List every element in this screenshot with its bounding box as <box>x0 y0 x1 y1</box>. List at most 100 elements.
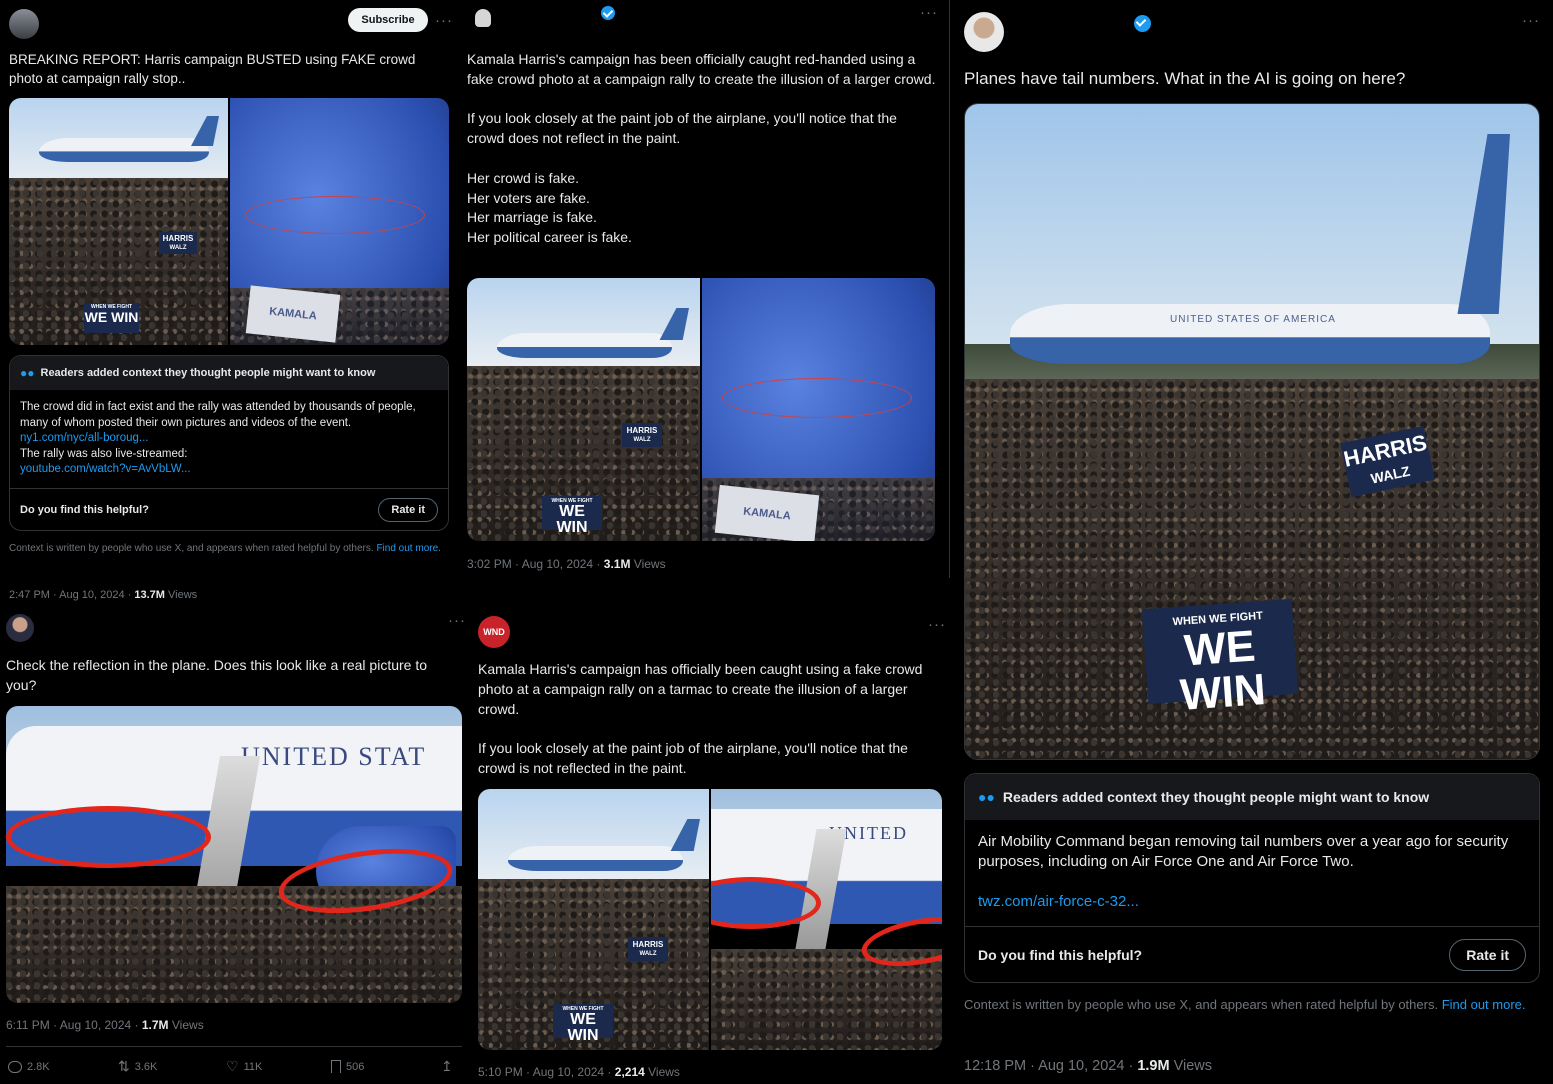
timestamp-text: 6:11 PM · Aug 10, 2024 · <box>6 1018 142 1032</box>
views-label: Views <box>1169 1058 1213 1074</box>
post-text: Kamala Harris's campaign has been offici… <box>467 51 936 246</box>
views-count: 3.1M <box>603 557 631 571</box>
harris-walz-sign: HARRIS WALZ <box>628 937 668 961</box>
post-photo-main[interactable]: UNITED STATES OF AMERICA HARRIS WALZ WHEN… <box>964 103 1540 760</box>
views-count: 13.7M <box>134 589 165 601</box>
post-photo-plane-closeup[interactable]: UNITED <box>711 789 942 1050</box>
community-note-header: ●● Readers added context they thought pe… <box>10 356 448 390</box>
more-options-icon[interactable]: ··· <box>920 4 938 21</box>
post-1: Subscribe ··· BREAKING REPORT: Harris ca… <box>0 0 458 606</box>
community-note-body: Air Mobility Command began removing tail… <box>978 832 1518 912</box>
more-options-icon[interactable]: ··· <box>1522 12 1540 29</box>
post-photo-crowd[interactable]: HARRIS WALZ WHEN WE FIGHT WE WIN <box>478 789 709 1050</box>
author-avatar[interactable] <box>964 12 1004 52</box>
rate-it-button[interactable]: Rate it <box>1449 939 1526 971</box>
post-photo-crowd[interactable]: HARRIS WALZ WHEN WE FIGHT WE WIN <box>467 278 700 541</box>
note-link-ny1[interactable]: ny1.com/nyc/all-boroug... <box>20 431 440 447</box>
author-avatar[interactable] <box>9 9 39 39</box>
more-options-icon[interactable]: ··· <box>435 12 453 29</box>
post-text: Check the reflection in the plane. Does … <box>6 657 428 693</box>
post-4: ··· Check the reflection in the plane. D… <box>0 606 468 1084</box>
kamala-sign: KAMALA <box>714 484 820 541</box>
post-3: ··· Planes have tail numbers. What in th… <box>952 0 1553 1084</box>
like-count: 11K <box>243 1060 263 1073</box>
sign-text: HARRIS <box>162 234 194 243</box>
helpful-question: Do you find this helpful? <box>978 947 1143 963</box>
post-5: WND ··· Kamala Harris's campaign has off… <box>468 606 948 1084</box>
subscribe-button[interactable]: Subscribe <box>348 8 428 32</box>
post-timestamp[interactable]: 5:10 PM · Aug 10, 2024 · 2,214 Views <box>478 1065 680 1079</box>
community-note-footer: Do you find this helpful? Rate it <box>10 488 448 531</box>
post-photo-reflection[interactable]: KAMALA <box>702 278 935 541</box>
action-bar: 2.8K ⇅ 3.6K ♡ 11K 506 ↥ <box>8 1058 460 1075</box>
we-win-sign: WHEN WE FIGHT WE WIN <box>84 303 139 333</box>
verified-badge-icon <box>1134 15 1151 32</box>
sign-text: WE WIN <box>556 503 588 536</box>
note-text: The crowd did in fact exist and the rall… <box>20 401 416 429</box>
find-out-more-link[interactable]: Find out more. <box>1442 997 1526 1012</box>
sign-text: WALZ <box>1369 462 1412 487</box>
kamala-sign: KAMALA <box>245 285 341 343</box>
timestamp-text: 12:18 PM · Aug 10, 2024 · <box>964 1058 1138 1074</box>
post-photo-crowd[interactable]: HARRIS WALZ WHEN WE FIGHT WE WIN <box>9 98 228 345</box>
share-button[interactable]: ↥ <box>441 1058 453 1075</box>
views-label: Views <box>644 1065 680 1079</box>
more-options-icon[interactable]: ··· <box>448 612 466 629</box>
repost-button[interactable]: ⇅ 3.6K <box>118 1058 226 1075</box>
like-button[interactable]: ♡ 11K <box>226 1058 331 1075</box>
harris-walz-sign: HARRIS WALZ <box>159 232 197 254</box>
bookmark-button[interactable]: 506 <box>331 1058 441 1075</box>
post-photo-plane-closeup[interactable]: UNITED STAT <box>6 706 462 1003</box>
timestamp-text: 5:10 PM · Aug 10, 2024 · <box>478 1065 615 1079</box>
timestamp-text: 2:47 PM · Aug 10, 2024 · <box>9 589 135 601</box>
post-photo-reflection[interactable]: KAMALA <box>230 98 449 345</box>
verified-badge-icon <box>601 6 615 20</box>
community-note-body: The crowd did in fact exist and the rall… <box>20 400 440 478</box>
post-text: BREAKING REPORT: Harris campaign BUSTED … <box>9 52 416 86</box>
sign-text: WALZ <box>633 437 651 443</box>
author-avatar-wnd[interactable]: WND <box>478 616 510 648</box>
author-avatar-punisher[interactable] <box>468 4 498 34</box>
sign-text: WE WIN <box>567 1011 599 1044</box>
rate-it-button[interactable]: Rate it <box>378 498 438 522</box>
people-icon: ●● <box>20 366 35 380</box>
repost-count: 3.6K <box>134 1060 158 1073</box>
views-count: 2,214 <box>614 1065 645 1079</box>
note-text: The rally was also live-streamed: <box>20 447 188 460</box>
find-out-more-link[interactable]: Find out more. <box>376 543 440 554</box>
community-note-header: ●● Readers added context they thought pe… <box>965 774 1539 820</box>
disclaimer-text: Context is written by people who use X, … <box>9 543 374 554</box>
plane-lettering: UNITED STATES OF AMERICA <box>1170 314 1336 325</box>
helpful-question: Do you find this helpful? <box>20 504 149 516</box>
sign-text: HARRIS <box>626 426 658 435</box>
views-label: Views <box>168 1018 204 1032</box>
action-bar-divider <box>6 1046 462 1047</box>
reply-button[interactable]: 2.8K <box>8 1058 118 1075</box>
note-link-youtube[interactable]: youtube.com/watch?v=AvVbLW... <box>20 462 440 478</box>
community-note: ●● Readers added context they thought pe… <box>9 355 449 531</box>
harris-walz-sign: HARRIS WALZ <box>622 423 662 447</box>
column-divider <box>949 0 950 578</box>
post-timestamp[interactable]: 6:11 PM · Aug 10, 2024 · 1.7M Views <box>6 1018 204 1032</box>
post-timestamp[interactable]: 3:02 PM · Aug 10, 2024 · 3.1M Views <box>467 557 666 571</box>
sign-text: WE WIN <box>1178 621 1268 720</box>
views-count: 1.7M <box>141 1018 169 1032</box>
author-avatar[interactable] <box>6 614 34 642</box>
note-link-twz[interactable]: twz.com/air-force-c-32... <box>978 892 1518 912</box>
views-label: Views <box>164 589 198 601</box>
bookmark-count: 506 <box>346 1060 365 1073</box>
post-timestamp[interactable]: 12:18 PM · Aug 10, 2024 · 1.9M Views <box>964 1058 1212 1074</box>
note-text: Air Mobility Command began removing tail… <box>978 833 1509 870</box>
people-icon: ●● <box>978 789 995 805</box>
plane-lettering: UNITED STAT <box>241 742 427 771</box>
we-win-sign: WHEN WE FIGHT WE WIN <box>1141 598 1299 720</box>
skull-icon <box>475 9 491 27</box>
post-text: Kamala Harris's campaign has officially … <box>478 661 923 776</box>
post-timestamp[interactable]: 2:47 PM · Aug 10, 2024 · 13.7M Views <box>9 589 197 601</box>
share-icon: ↥ <box>441 1058 453 1074</box>
more-options-icon[interactable]: ··· <box>928 616 946 633</box>
sign-text: WALZ <box>169 245 187 251</box>
views-count: 1.9M <box>1137 1058 1170 1074</box>
red-circle-annotation <box>6 806 211 868</box>
timestamp-text: 3:02 PM · Aug 10, 2024 · <box>467 557 604 571</box>
